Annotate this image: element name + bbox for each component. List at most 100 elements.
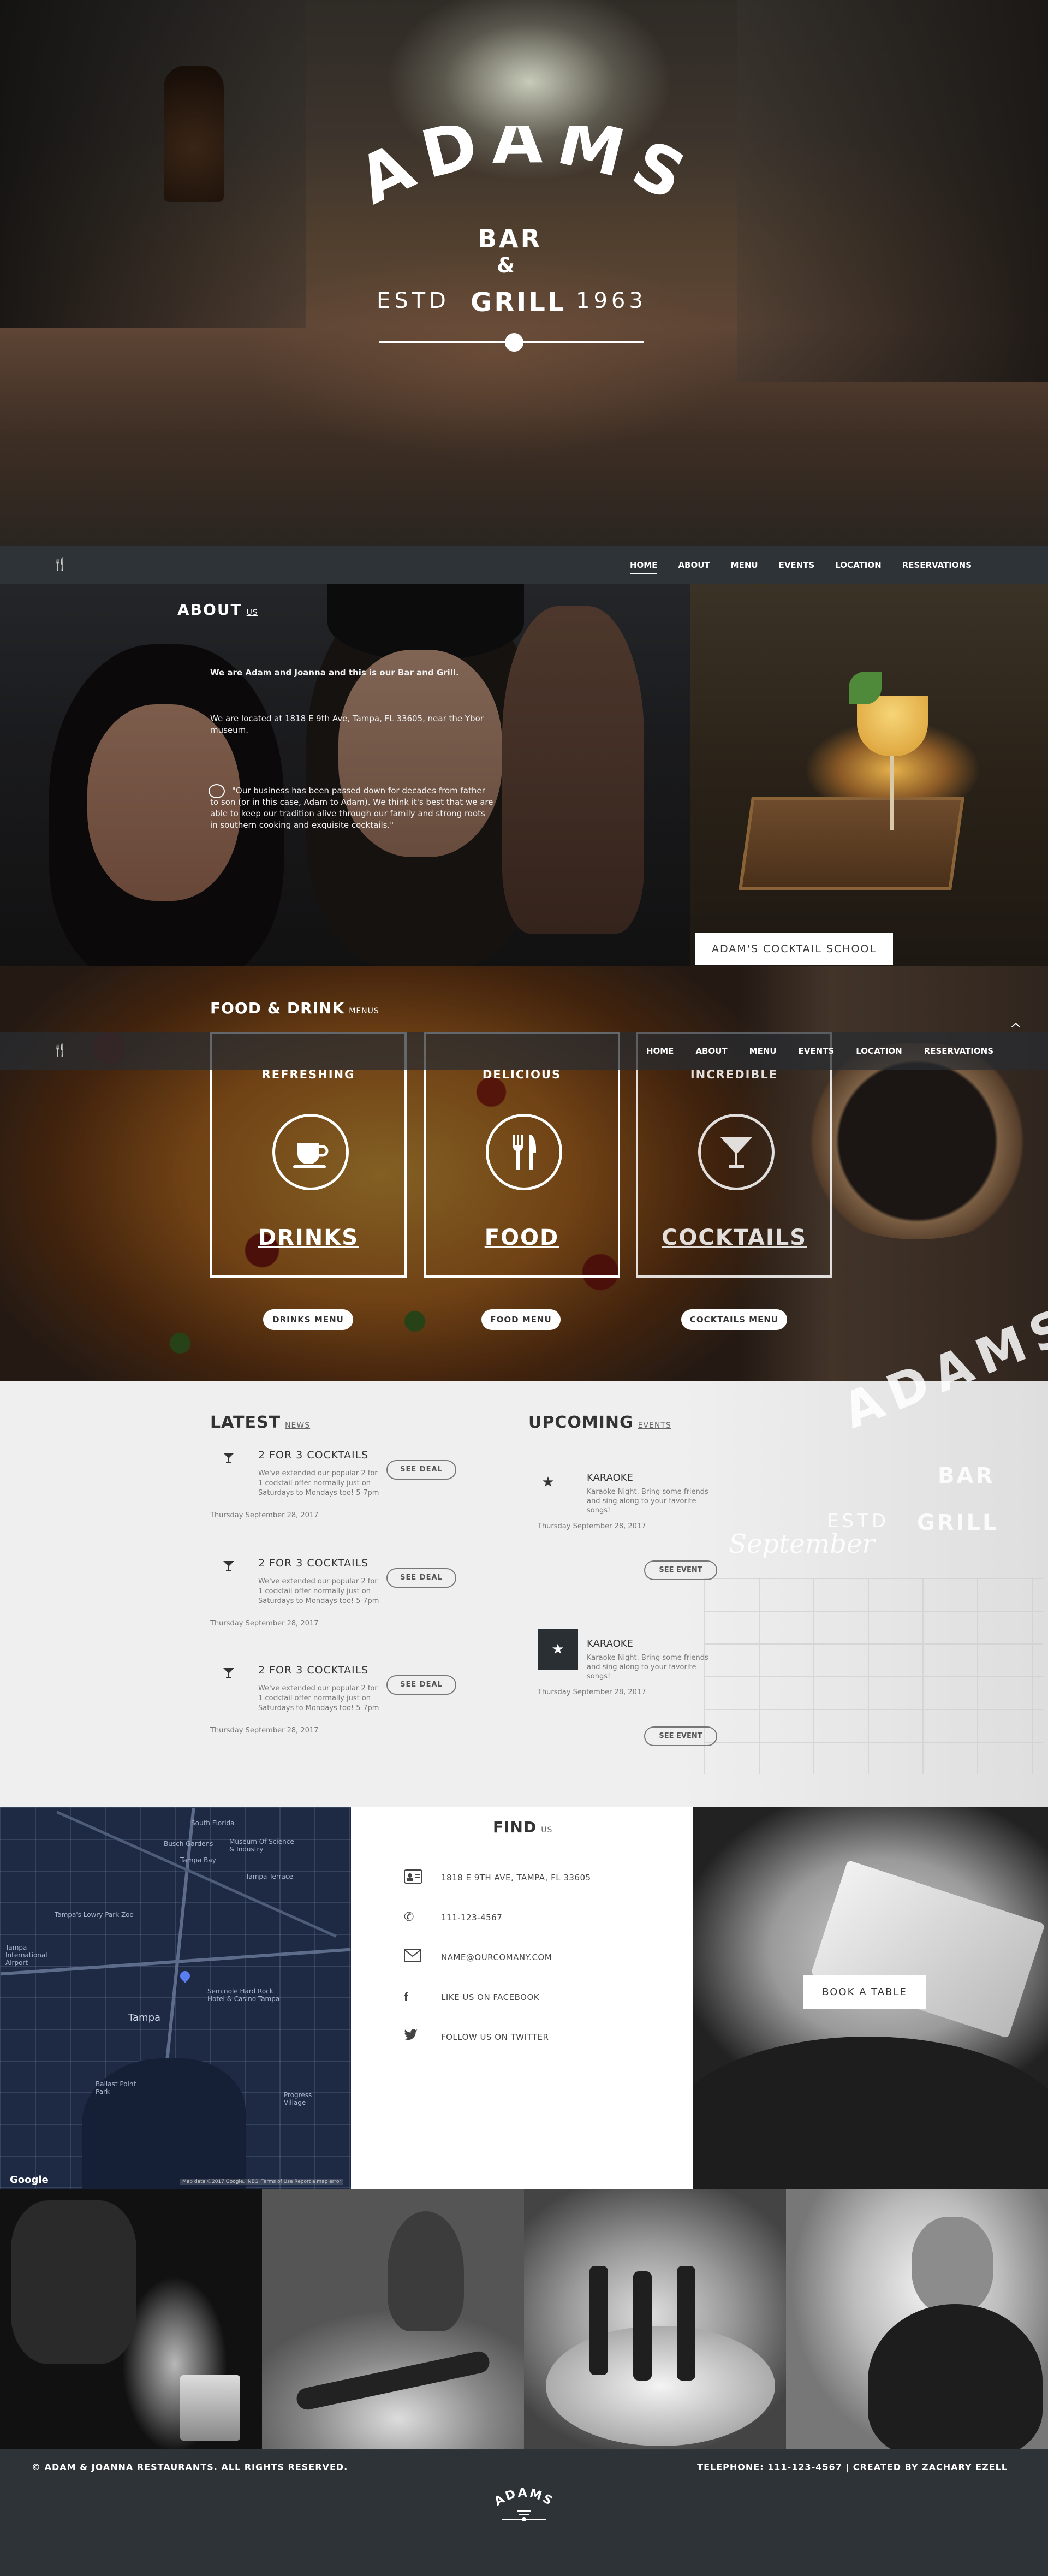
hero-logo-estd: ESTD	[377, 288, 450, 313]
footer-contact-credit: TELEPHONE: 111-123-4567 | CREATED BY ZAC…	[697, 2462, 1008, 2472]
find-title-text: FIND	[493, 1818, 537, 1836]
gallery-photo-beers	[524, 2189, 786, 2449]
nav-item-events[interactable]: EVENTS	[779, 546, 815, 584]
news-item: 2 FOR 3 COCKTAILS We've extended our pop…	[210, 1557, 461, 1655]
phone-icon: ✆	[404, 1910, 414, 1924]
facebook-icon: f	[404, 1990, 408, 2004]
news-title-text: LATEST	[210, 1413, 281, 1432]
footer-logo-graphic: ADAMS	[492, 2486, 556, 2521]
hero-logo-dot	[505, 333, 523, 352]
svg-text:ADAMS: ADAMS	[347, 126, 706, 220]
ice-bucket	[546, 2326, 775, 2446]
event-item-title: KARAOKE	[587, 1638, 633, 1649]
bartender-hand	[11, 2200, 136, 2364]
about-overlay	[0, 584, 690, 966]
google-logo: Google	[10, 2174, 49, 2186]
sticky-nav-item-reservations[interactable]: RESERVATIONS	[924, 1032, 993, 1070]
footer-logo-text: ADAMS	[492, 2486, 554, 2509]
facebook-row[interactable]: f LIKE US ON FACEBOOK	[404, 1989, 633, 2005]
hero-bottle-image	[164, 66, 224, 202]
about-quote: "Our business has been passed down for d…	[210, 786, 493, 830]
news-item-date: Thursday September 28, 2017	[210, 1619, 319, 1628]
fork-knife-icon[interactable]: 🍴	[52, 558, 67, 572]
food-menu-button[interactable]: FOOD MENU	[481, 1309, 561, 1330]
cocktail-school-button[interactable]: ADAM'S COCKTAIL SCHOOL	[695, 933, 893, 965]
news-title: LATEST NEWS	[210, 1413, 310, 1432]
hero-background-right	[737, 0, 1048, 382]
book-table-button[interactable]: BOOK A TABLE	[803, 1975, 926, 2009]
envelope-icon	[404, 1949, 422, 1966]
cocktails-card-title: COCKTAILS	[661, 1225, 807, 1250]
twitter-row[interactable]: FOLLOW US ON TWITTER	[404, 2029, 633, 2045]
sticky-nav-item-menu[interactable]: MENU	[749, 1032, 777, 1070]
footer-logo[interactable]: ADAMS	[491, 2486, 557, 2530]
ghost-calendar-month: September	[729, 1529, 875, 1559]
sticky-nav-item-events[interactable]: EVENTS	[799, 1032, 835, 1070]
about-subtitle: US	[246, 608, 258, 617]
star-icon: ★	[538, 1629, 578, 1670]
map-label: Ballast Point Park	[96, 2080, 136, 2096]
map-label: Tampa Terrace	[246, 1873, 293, 1880]
gallery-photo-chef	[786, 2189, 1048, 2449]
sticky-nav-item-about[interactable]: ABOUT	[695, 1032, 727, 1070]
facebook-link[interactable]: LIKE US ON FACEBOOK	[441, 1992, 539, 2002]
martini-glass-icon	[222, 1666, 236, 1681]
beer-bottle	[633, 2271, 652, 2381]
news-subtitle: NEWS	[285, 1421, 311, 1430]
fork-knife-icon[interactable]: 🍴	[52, 1044, 67, 1058]
gallery-photo-pool	[262, 2189, 524, 2449]
svg-text:ADAMS: ADAMS	[492, 2486, 556, 2509]
event-item-date: Thursday September 28, 2017	[538, 1522, 646, 1530]
event-item-desc: Karaoke Night. Bring some friends and si…	[587, 1488, 708, 1515]
menu-book-image	[811, 1860, 1045, 2039]
drinks-menu-button[interactable]: DRINKS MENU	[263, 1309, 353, 1330]
nav-item-home[interactable]: HOME	[629, 546, 658, 584]
nav-item-reservations[interactable]: RESERVATIONS	[902, 546, 972, 584]
sticky-navbar: 🍴 HOME ABOUT MENU EVENTS LOCATION RESERV…	[0, 1032, 1048, 1070]
hero-logo-adams: ADAMS	[347, 126, 695, 220]
events-title-text: UPCOMING	[528, 1413, 634, 1432]
event-item-desc: Karaoke Night. Bring some friends and si…	[587, 1654, 708, 1681]
chef-face	[912, 2217, 993, 2315]
map-terms[interactable]: Map data ©2017 Google, INEGI Terms of Us…	[180, 2179, 344, 2185]
hero-logo-year: 1963	[576, 288, 647, 313]
beer-bottle	[590, 2266, 608, 2375]
news-events-section	[0, 1381, 1048, 1807]
map-label: Progress Village	[284, 2091, 312, 2106]
see-deal-button[interactable]: SEE DEAL	[386, 1675, 456, 1695]
nav-item-location[interactable]: LOCATION	[835, 546, 881, 584]
map-label: Tampa Bay	[180, 1856, 216, 1864]
sticky-nav-item-home[interactable]: HOME	[646, 1032, 674, 1070]
cocktails-menu-button[interactable]: COCKTAILS MENU	[681, 1309, 787, 1330]
phone-row[interactable]: ✆ 111-123-4567	[404, 1909, 633, 1926]
nav-item-about[interactable]: ABOUT	[678, 546, 710, 584]
map-label: South Florida	[191, 1819, 235, 1827]
cocktail-stem	[890, 753, 894, 830]
see-deal-button[interactable]: SEE DEAL	[386, 1568, 456, 1588]
food-card-title: FOOD	[484, 1225, 559, 1250]
martini-glass-icon	[698, 1114, 775, 1190]
hero-logo-bar: BAR	[478, 224, 543, 253]
location-map[interactable]: South Florida Busch Gardens Museum Of Sc…	[0, 1807, 351, 2189]
map-label: Busch Gardens	[164, 1840, 213, 1848]
map-water	[82, 2058, 246, 2189]
chevron-up-icon[interactable]: ^	[1010, 1021, 1022, 1037]
twitter-link[interactable]: FOLLOW US ON TWITTER	[441, 2032, 549, 2042]
see-deal-button[interactable]: SEE DEAL	[386, 1460, 456, 1480]
phone-text[interactable]: 111-123-4567	[441, 1913, 502, 1922]
sticky-nav-item-location[interactable]: LOCATION	[856, 1032, 902, 1070]
news-item-title: 2 FOR 3 COCKTAILS	[258, 1664, 369, 1676]
ghost-calendar-background	[682, 1381, 1048, 1807]
email-text[interactable]: NAME@OURCOMANY.COM	[441, 1952, 552, 1962]
about-intro: We are Adam and Joanna and this is our B…	[210, 668, 459, 678]
nav-item-menu[interactable]: MENU	[731, 546, 758, 584]
find-title: FIND US	[493, 1818, 552, 1836]
see-event-button[interactable]: SEE EVENT	[644, 1560, 717, 1580]
photo-gallery	[0, 2189, 1048, 2449]
about-location: We are located at 1818 E 9th Ave, Tampa,…	[210, 714, 484, 735]
email-row[interactable]: NAME@OURCOMANY.COM	[404, 1949, 633, 1966]
map-label: Seminole Hard Rock Hotel & Casino Tampa	[207, 1987, 280, 2003]
news-item-title: 2 FOR 3 COCKTAILS	[258, 1449, 369, 1461]
pool-player	[388, 2211, 464, 2331]
see-event-button[interactable]: SEE EVENT	[644, 1726, 717, 1746]
